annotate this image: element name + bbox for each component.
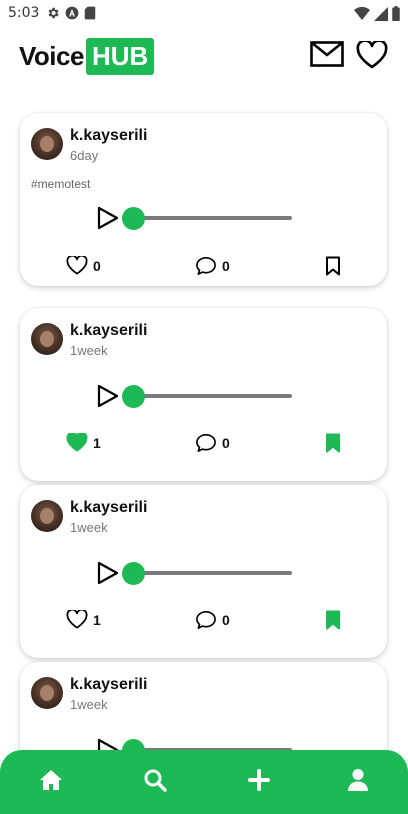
- like-count: 0: [93, 257, 101, 274]
- bookmark-filled-icon: [326, 433, 340, 453]
- like-button[interactable]: 0: [66, 256, 101, 275]
- post-time: 1week: [70, 520, 108, 535]
- comment-icon: [196, 434, 216, 452]
- sd-card-icon: [84, 6, 96, 20]
- post-card[interactable]: k.kayserili 1week 1 0: [20, 308, 387, 481]
- avatar[interactable]: [31, 323, 63, 355]
- heart-outline-icon: [66, 610, 88, 629]
- comment-icon: [196, 611, 216, 629]
- seek-thumb[interactable]: [122, 207, 145, 230]
- audio-player: [96, 559, 296, 587]
- status-bar: 5:03: [0, 0, 408, 28]
- seek-track[interactable]: [132, 394, 292, 398]
- bookmark-button[interactable]: [325, 256, 341, 281]
- home-icon: [40, 770, 62, 790]
- heart-filled-icon: [66, 433, 88, 452]
- like-button[interactable]: 1: [66, 433, 101, 452]
- heart-icon[interactable]: [356, 41, 388, 69]
- bookmark-outline-icon: [326, 256, 340, 276]
- nav-add[interactable]: [246, 767, 272, 793]
- status-icons-right: [354, 6, 400, 21]
- app-header: Voice HUB: [0, 28, 408, 88]
- avatar[interactable]: [31, 677, 63, 709]
- mail-icon[interactable]: [310, 41, 344, 67]
- play-icon[interactable]: [96, 561, 120, 585]
- bookmark-button[interactable]: [325, 610, 341, 635]
- comment-count: 0: [222, 435, 230, 451]
- post-time: 1week: [70, 697, 108, 712]
- add-icon: [248, 769, 270, 791]
- audio-player: [96, 382, 296, 410]
- play-icon[interactable]: [96, 206, 120, 230]
- bottom-nav: [0, 750, 408, 814]
- post-username[interactable]: k.kayserili: [70, 676, 147, 694]
- seek-track[interactable]: [132, 571, 292, 575]
- like-count: 1: [93, 611, 101, 628]
- comment-button[interactable]: 0: [195, 256, 230, 276]
- like-count: 1: [93, 434, 101, 451]
- battery-icon: [392, 6, 400, 21]
- bookmark-button[interactable]: [325, 433, 341, 458]
- like-button[interactable]: 1: [66, 610, 101, 629]
- bookmark-filled-icon: [326, 610, 340, 630]
- audio-player: [96, 204, 296, 232]
- heart-outline-icon: [66, 256, 88, 275]
- post-actions: 1 0: [20, 610, 387, 632]
- logo-hub-text: HUB: [85, 37, 155, 75]
- post-username[interactable]: k.kayserili: [70, 322, 147, 340]
- comment-count: 0: [222, 258, 230, 274]
- post-time: 6day: [70, 148, 99, 163]
- nav-search[interactable]: [142, 767, 168, 793]
- nav-profile[interactable]: [345, 767, 371, 793]
- comment-button[interactable]: 0: [195, 433, 230, 453]
- post-username[interactable]: k.kayserili: [70, 499, 147, 517]
- app-logo: Voice HUB: [19, 37, 155, 75]
- comment-count: 0: [222, 612, 230, 628]
- comment-icon: [196, 257, 216, 275]
- avatar[interactable]: [31, 128, 63, 160]
- seek-thumb[interactable]: [122, 562, 145, 585]
- play-icon[interactable]: [96, 384, 120, 408]
- seek-thumb[interactable]: [122, 385, 145, 408]
- seek-track[interactable]: [132, 216, 292, 220]
- post-time: 1week: [70, 343, 108, 358]
- gear-icon: [48, 7, 59, 19]
- status-icons-left: [46, 6, 96, 20]
- app-icon: [65, 6, 79, 20]
- post-username[interactable]: k.kayserili: [70, 127, 147, 145]
- post-actions: 0 0: [20, 256, 387, 278]
- profile-icon: [348, 769, 368, 791]
- signal-icon: [374, 6, 388, 21]
- header-icons: [310, 41, 388, 69]
- post-hashtag[interactable]: #memotest: [31, 177, 90, 191]
- post-card[interactable]: k.kayserili 6day #memotest 0 0: [20, 113, 387, 286]
- comment-button[interactable]: 0: [195, 610, 230, 630]
- search-icon: [144, 769, 167, 792]
- post-actions: 1 0: [20, 433, 387, 455]
- post-card[interactable]: k.kayserili 1week 1 0: [20, 485, 387, 658]
- logo-voice-text: Voice: [19, 40, 84, 71]
- nav-home[interactable]: [38, 767, 64, 793]
- status-time: 5:03: [8, 5, 40, 21]
- avatar[interactable]: [31, 500, 63, 532]
- wifi-icon: [354, 6, 370, 20]
